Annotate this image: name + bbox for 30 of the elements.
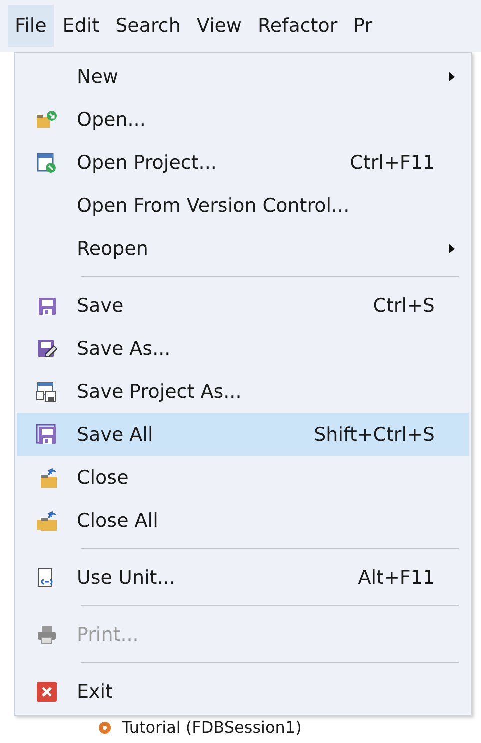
menu-bar-item[interactable]: View xyxy=(190,5,249,47)
menu-item[interactable]: Close All xyxy=(17,499,469,542)
menu-item[interactable]: Save Project As... xyxy=(17,370,469,413)
menu-bar-item[interactable]: Edit xyxy=(56,5,107,47)
menu-bar-item[interactable]: Pr xyxy=(346,5,380,47)
floppy-disk-icon xyxy=(36,424,58,446)
menu-item[interactable]: Close xyxy=(17,456,469,499)
window-icon xyxy=(36,152,58,174)
menu-item[interactable]: Use Unit... Alt+F11 xyxy=(17,556,469,599)
submenu-arrow-icon xyxy=(449,244,455,254)
menu-item[interactable]: Reopen xyxy=(17,227,469,270)
floppy-pencil-icon xyxy=(36,338,58,360)
menu-item[interactable]: Open From Version Control... xyxy=(17,184,469,227)
menu-item[interactable]: Save All Shift+Ctrl+S xyxy=(17,413,469,456)
menu-item[interactable]: Open... xyxy=(17,98,469,141)
submenu-arrow-icon xyxy=(449,72,455,82)
tree-item-label: Tutorial (FDBSession1) xyxy=(122,718,302,736)
menu-item[interactable]: Open Project... Ctrl+F11 xyxy=(17,141,469,184)
close-icon xyxy=(36,680,58,702)
menu-item[interactable]: New xyxy=(17,55,469,98)
folder-arrow-icon xyxy=(36,510,58,532)
menu-item[interactable]: Save Ctrl+S xyxy=(17,284,469,327)
printer-icon xyxy=(36,624,58,646)
menu-bar-item[interactable]: Refactor xyxy=(250,5,345,47)
menu-item[interactable]: Exit xyxy=(17,670,469,713)
menu-item[interactable]: Save As... xyxy=(17,327,469,370)
window-floppy-icon xyxy=(36,380,58,402)
folder-icon xyxy=(36,110,58,130)
menu-bar-item[interactable]: Search xyxy=(108,5,188,47)
menu-bar-item[interactable]: File xyxy=(8,5,54,47)
